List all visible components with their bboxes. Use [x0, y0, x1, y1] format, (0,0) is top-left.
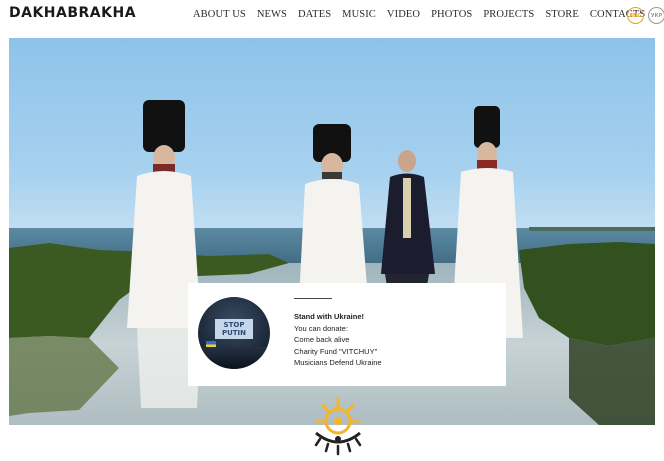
donation-title: Stand with Ukraine!	[294, 312, 365, 321]
nav-music[interactable]: MUSIC	[337, 9, 382, 20]
language-ukr-button[interactable]: УКР	[648, 7, 664, 24]
nav-about-us[interactable]: ABOUT US	[193, 9, 251, 20]
sun-emblem-icon	[314, 397, 362, 456]
donation-link-musicians-defend-ukraine[interactable]: Musicians Defend Ukraine	[294, 357, 382, 369]
site-logo[interactable]: DAKHABRAKHA	[9, 5, 136, 21]
nav-dates[interactable]: DATES	[292, 9, 336, 20]
donation-link-vitchuy[interactable]: Charity Fund "VITCHUY"	[294, 346, 382, 358]
nav-video[interactable]: VIDEO	[381, 9, 425, 20]
donation-card: STOP PUTIN Stand with Ukraine! You can d…	[188, 283, 506, 386]
language-eng-button[interactable]: ENG	[627, 7, 644, 24]
card-divider	[294, 298, 332, 299]
nav-photos[interactable]: PHOTOS	[426, 9, 478, 20]
crowd-silhouette	[198, 347, 270, 369]
nav-news[interactable]: NEWS	[251, 9, 292, 20]
main-nav: ABOUT US NEWS DATES MUSIC VIDEO PHOTOS P…	[193, 9, 651, 20]
donation-text: Stand with Ukraine! You can donate: Come…	[294, 311, 382, 369]
protest-photo: STOP PUTIN	[198, 297, 270, 369]
site-header: DAKHABRAKHA ABOUT US NEWS DATES MUSIC VI…	[0, 0, 664, 34]
nav-store[interactable]: STORE	[540, 9, 585, 20]
donation-link-come-back-alive[interactable]: Come back alive	[294, 334, 382, 346]
nav-projects[interactable]: PROJECTS	[478, 9, 540, 20]
protest-sign: STOP PUTIN	[215, 319, 253, 339]
donation-intro: You can donate:	[294, 323, 348, 333]
